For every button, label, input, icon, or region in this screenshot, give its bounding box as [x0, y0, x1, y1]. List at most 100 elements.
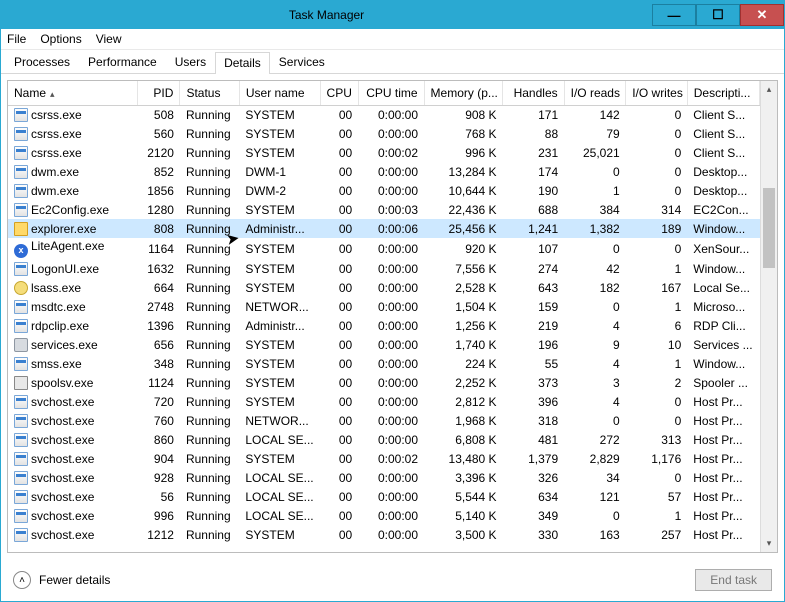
cell-user: SYSTEM	[239, 450, 320, 469]
table-row[interactable]: svchost.exe720RunningSYSTEM000:00:002,81…	[8, 393, 760, 412]
table-row[interactable]: dwm.exe852RunningDWM-1000:00:0013,284 K1…	[8, 162, 760, 181]
scroll-thumb[interactable]	[763, 188, 775, 268]
cell-cputime: 0:00:00	[358, 469, 424, 488]
table-row[interactable]: Ec2Config.exe1280RunningSYSTEM000:00:032…	[8, 200, 760, 219]
close-button[interactable]: ✕	[740, 4, 784, 26]
table-row[interactable]: csrss.exe560RunningSYSTEM000:00:00768 K8…	[8, 124, 760, 143]
cell-name: svchost.exe	[8, 412, 137, 431]
app-icon	[14, 414, 28, 428]
cell-iowrites: 10	[626, 336, 688, 355]
table-row[interactable]: explorer.exe808RunningAdministr...000:00…	[8, 219, 760, 238]
cell-user: DWM-2	[239, 181, 320, 200]
scroll-down-button[interactable]: ▾	[761, 535, 777, 552]
tab-processes[interactable]: Processes	[5, 51, 79, 73]
column-header-cpu[interactable]: CPU	[320, 81, 358, 105]
table-row[interactable]: smss.exe348RunningSYSTEM000:00:00224 K55…	[8, 355, 760, 374]
column-header-status[interactable]: Status	[180, 81, 239, 105]
cell-iowrites: 0	[626, 124, 688, 143]
scroll-up-button[interactable]: ▴	[761, 81, 777, 98]
table-row[interactable]: services.exe656RunningSYSTEM000:00:001,7…	[8, 336, 760, 355]
menu-view[interactable]: View	[96, 32, 122, 46]
cell-cpu: 00	[320, 105, 358, 124]
cell-iowrites: 314	[626, 200, 688, 219]
titlebar[interactable]: Task Manager — ☐ ✕	[1, 1, 784, 29]
cell-status: Running	[180, 124, 239, 143]
table-row[interactable]: svchost.exe760RunningNETWOR...000:00:001…	[8, 412, 760, 431]
minimize-button[interactable]: —	[652, 4, 696, 26]
maximize-button[interactable]: ☐	[696, 4, 740, 26]
table-row[interactable]: spoolsv.exe1124RunningSYSTEM000:00:002,2…	[8, 374, 760, 393]
vertical-scrollbar[interactable]: ▴ ▾	[760, 81, 777, 552]
cell-desc: Client S...	[687, 105, 759, 124]
tab-services[interactable]: Services	[270, 51, 334, 73]
fewer-details-button[interactable]: ˄ Fewer details	[13, 571, 110, 589]
cell-name: svchost.exe	[8, 469, 137, 488]
app-icon	[14, 300, 28, 314]
column-header-desc[interactable]: Descripti...	[687, 81, 759, 105]
cell-name: xLiteAgent.exe	[8, 238, 137, 260]
table-row[interactable]: xLiteAgent.exe1164RunningSYSTEM000:00:00…	[8, 238, 760, 260]
table-row[interactable]: csrss.exe508RunningSYSTEM000:00:00908 K1…	[8, 105, 760, 124]
column-header-cputime[interactable]: CPU time	[358, 81, 424, 105]
cell-name: lsass.exe	[8, 279, 137, 298]
menu-file[interactable]: File	[7, 32, 26, 46]
cell-handles: 643	[503, 279, 565, 298]
cell-status: Running	[180, 181, 239, 200]
cell-user: SYSTEM	[239, 143, 320, 162]
cell-cputime: 0:00:00	[358, 162, 424, 181]
table-row[interactable]: csrss.exe2120RunningSYSTEM000:00:02996 K…	[8, 143, 760, 162]
cell-handles: 1,379	[503, 450, 565, 469]
process-table[interactable]: Name▴PIDStatusUser nameCPUCPU timeMemory…	[8, 81, 760, 545]
table-row[interactable]: dwm.exe1856RunningDWM-2000:00:0010,644 K…	[8, 181, 760, 200]
cell-pid: 1396	[137, 317, 179, 336]
cell-status: Running	[180, 488, 239, 507]
cell-mem: 908 K	[424, 105, 503, 124]
cell-desc: Host Pr...	[687, 507, 759, 526]
cell-status: Running	[180, 238, 239, 260]
cell-pid: 1280	[137, 200, 179, 219]
column-header-ioreads[interactable]: I/O reads	[564, 81, 626, 105]
cell-ioreads: 121	[564, 488, 626, 507]
table-row[interactable]: svchost.exe996RunningLOCAL SE...000:00:0…	[8, 507, 760, 526]
tab-details[interactable]: Details	[215, 52, 270, 74]
tab-performance[interactable]: Performance	[79, 51, 166, 73]
table-row[interactable]: svchost.exe928RunningLOCAL SE...000:00:0…	[8, 469, 760, 488]
cell-iowrites: 0	[626, 393, 688, 412]
cell-desc: RDP Cli...	[687, 317, 759, 336]
cell-mem: 22,436 K	[424, 200, 503, 219]
column-header-mem[interactable]: Memory (p...	[424, 81, 503, 105]
cell-iowrites: 1	[626, 298, 688, 317]
table-row[interactable]: svchost.exe904RunningSYSTEM000:00:0213,4…	[8, 450, 760, 469]
column-header-iowrites[interactable]: I/O writes	[626, 81, 688, 105]
table-row[interactable]: svchost.exe56RunningLOCAL SE...000:00:00…	[8, 488, 760, 507]
column-header-handles[interactable]: Handles	[503, 81, 565, 105]
menu-options[interactable]: Options	[40, 32, 81, 46]
column-header-name[interactable]: Name▴	[8, 81, 137, 105]
print-icon	[14, 376, 28, 390]
cell-cputime: 0:00:00	[358, 526, 424, 545]
cell-cputime: 0:00:00	[358, 507, 424, 526]
table-row[interactable]: msdtc.exe2748RunningNETWOR...000:00:001,…	[8, 298, 760, 317]
cell-status: Running	[180, 374, 239, 393]
cell-cputime: 0:00:03	[358, 200, 424, 219]
cell-handles: 159	[503, 298, 565, 317]
cell-pid: 1124	[137, 374, 179, 393]
end-task-button[interactable]: End task	[695, 569, 772, 591]
cell-desc: Host Pr...	[687, 393, 759, 412]
cell-user: SYSTEM	[239, 336, 320, 355]
column-header-user[interactable]: User name	[239, 81, 320, 105]
table-row[interactable]: LogonUI.exe1632RunningSYSTEM000:00:007,5…	[8, 260, 760, 279]
cell-pid: 348	[137, 355, 179, 374]
column-header-pid[interactable]: PID	[137, 81, 179, 105]
table-row[interactable]: svchost.exe1212RunningSYSTEM000:00:003,5…	[8, 526, 760, 545]
table-row[interactable]: svchost.exe860RunningLOCAL SE...000:00:0…	[8, 431, 760, 450]
table-row[interactable]: rdpclip.exe1396RunningAdministr...000:00…	[8, 317, 760, 336]
process-table-container: Name▴PIDStatusUser nameCPUCPU timeMemory…	[7, 80, 778, 553]
cell-cputime: 0:00:00	[358, 336, 424, 355]
cell-iowrites: 1	[626, 355, 688, 374]
scroll-track[interactable]	[761, 98, 777, 535]
cell-name: svchost.exe	[8, 488, 137, 507]
tab-users[interactable]: Users	[166, 51, 215, 73]
cell-ioreads: 0	[564, 238, 626, 260]
table-row[interactable]: lsass.exe664RunningSYSTEM000:00:002,528 …	[8, 279, 760, 298]
